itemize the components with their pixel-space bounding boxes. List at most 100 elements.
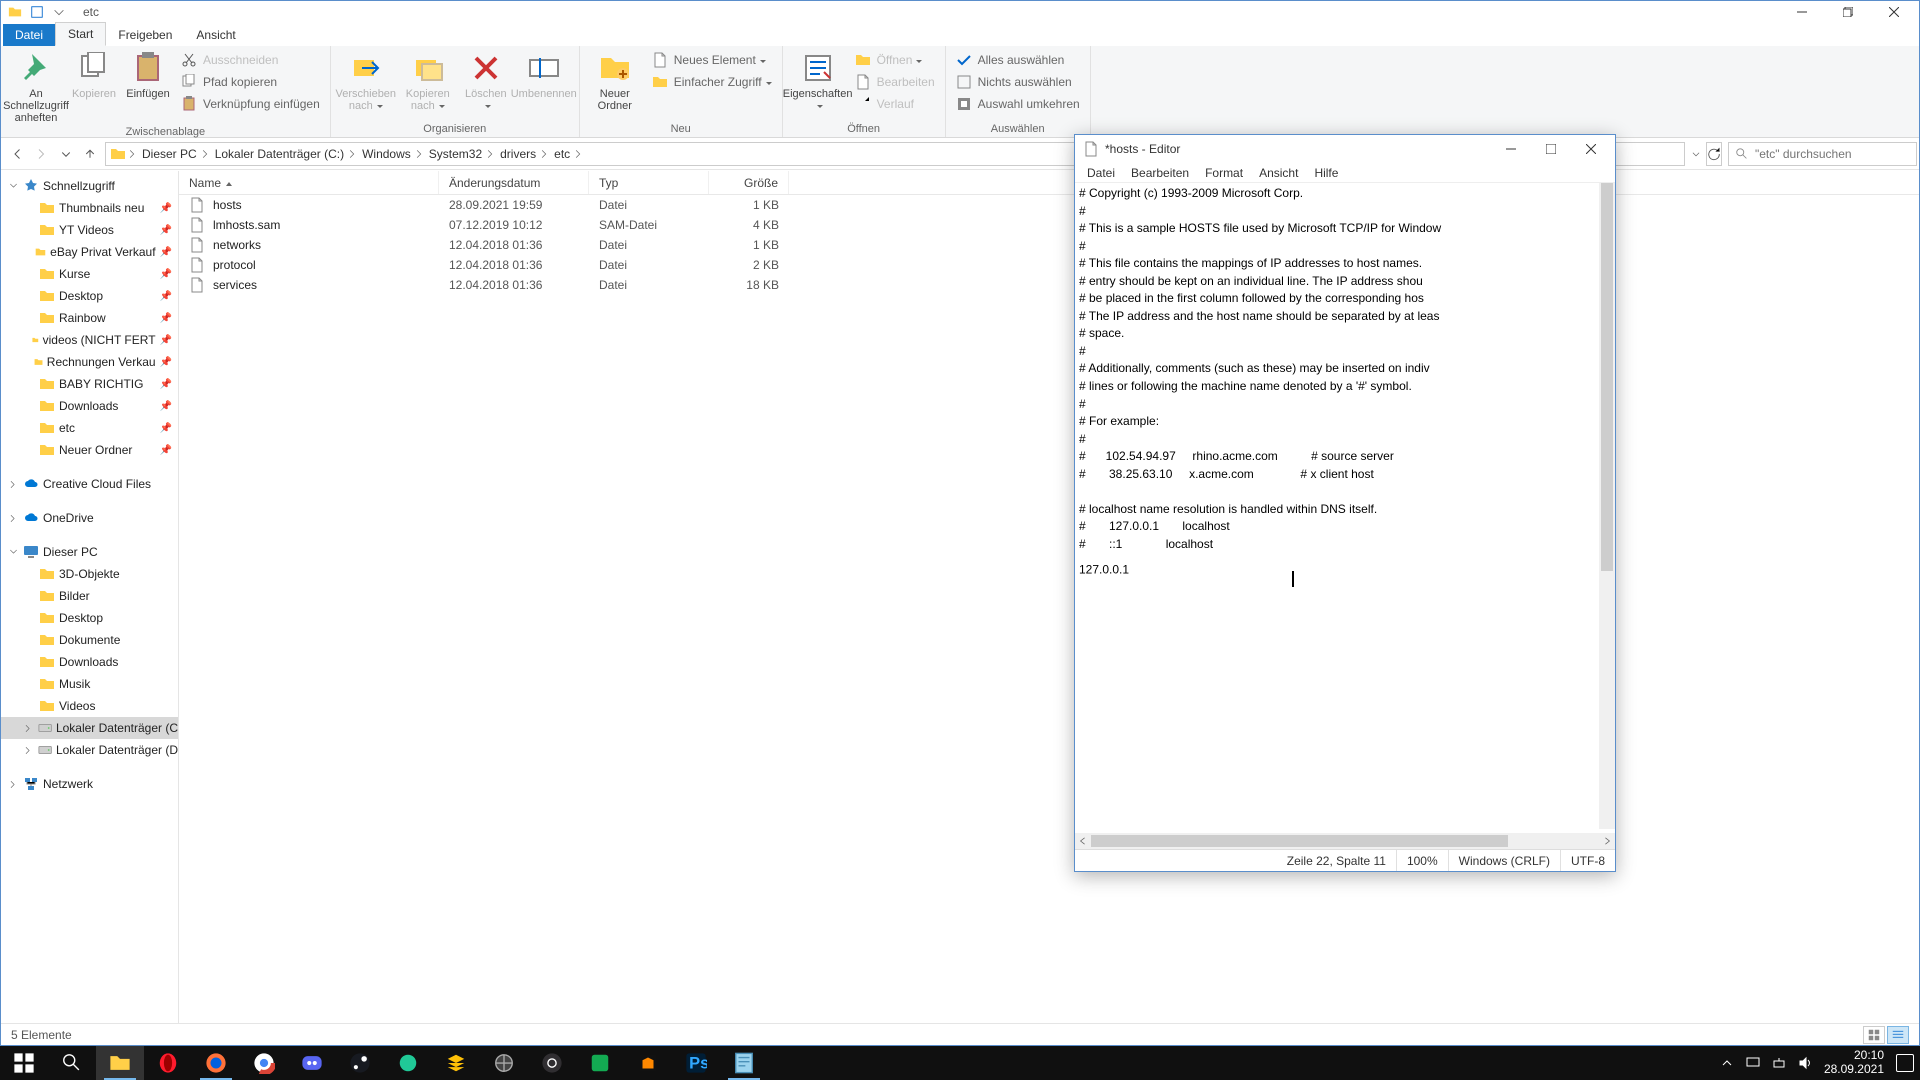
taskbar-obs[interactable] bbox=[528, 1046, 576, 1080]
tree-node[interactable]: 3D-Objekte bbox=[1, 563, 178, 585]
notepad-textarea[interactable]: # Copyright (c) 1993-2009 Microsoft Corp… bbox=[1075, 183, 1615, 833]
tree-node[interactable]: Thumbnails neu📌 bbox=[1, 197, 178, 219]
tree-node[interactable]: Dokumente bbox=[1, 629, 178, 651]
nav-refresh-button[interactable] bbox=[1706, 142, 1722, 166]
tree-node[interactable]: Rainbow📌 bbox=[1, 307, 178, 329]
tree-node[interactable]: Downloads bbox=[1, 651, 178, 673]
nav-forward-button[interactable] bbox=[33, 145, 51, 163]
tree-node[interactable]: Netzwerk bbox=[1, 773, 178, 795]
chevron-right-icon[interactable] bbox=[574, 149, 584, 159]
tree-node[interactable]: Videos bbox=[1, 695, 178, 717]
tree-node[interactable]: Bilder bbox=[1, 585, 178, 607]
file-row[interactable]: services12.04.2018 01:36Datei18 KB bbox=[179, 275, 1919, 295]
breadcrumb-segment[interactable]: Lokaler Datenträger (C:) bbox=[213, 147, 346, 161]
tree-node[interactable]: etc📌 bbox=[1, 417, 178, 439]
taskbar-app-globe[interactable] bbox=[480, 1046, 528, 1080]
tree-node[interactable]: Schnellzugriff bbox=[1, 175, 178, 197]
file-row[interactable]: networks12.04.2018 01:36Datei1 KB bbox=[179, 235, 1919, 255]
tree-twisty-icon[interactable] bbox=[23, 746, 34, 755]
select-all-button[interactable]: Alles auswählen bbox=[952, 50, 1084, 70]
tray-notifications-icon[interactable] bbox=[1896, 1054, 1914, 1072]
taskbar-app-green[interactable] bbox=[384, 1046, 432, 1080]
tab-file[interactable]: Datei bbox=[3, 24, 55, 46]
file-row[interactable]: hosts28.09.2021 19:59Datei1 KB bbox=[179, 195, 1919, 215]
breadcrumb-segment[interactable]: System32 bbox=[427, 147, 484, 161]
copy-button[interactable]: Kopieren bbox=[69, 48, 119, 100]
taskbar-app-teal[interactable] bbox=[576, 1046, 624, 1080]
new-folder-button[interactable]: Neuer Ordner bbox=[586, 48, 644, 112]
breadcrumb-segment[interactable]: Dieser PC bbox=[140, 147, 199, 161]
search-input[interactable] bbox=[1755, 147, 1910, 161]
easy-access-button[interactable]: Einfacher Zugriff bbox=[648, 72, 776, 92]
qat-dropdown-icon[interactable] bbox=[49, 2, 69, 22]
start-button[interactable] bbox=[0, 1046, 48, 1080]
explorer-minimize-button[interactable] bbox=[1779, 1, 1825, 23]
taskbar-app-stack[interactable] bbox=[432, 1046, 480, 1080]
delete-button[interactable]: Löschen bbox=[461, 48, 511, 112]
tree-node[interactable]: Lokaler Datenträger (D bbox=[1, 739, 178, 761]
cut-button[interactable]: Ausschneiden bbox=[177, 50, 324, 70]
scroll-right-icon[interactable] bbox=[1599, 833, 1615, 849]
breadcrumb-segment[interactable]: drivers bbox=[498, 147, 538, 161]
taskbar-explorer[interactable] bbox=[96, 1046, 144, 1080]
tree-twisty-icon[interactable] bbox=[7, 182, 19, 191]
chevron-right-icon[interactable] bbox=[540, 149, 550, 159]
tree-twisty-icon[interactable] bbox=[7, 548, 19, 557]
scrollbar-thumb[interactable] bbox=[1091, 835, 1508, 847]
new-item-button[interactable]: Neues Element bbox=[648, 50, 776, 70]
explorer-close-button[interactable] bbox=[1871, 1, 1917, 23]
nav-back-button[interactable] bbox=[9, 145, 27, 163]
tree-node[interactable]: eBay Privat Verkauf📌 bbox=[1, 241, 178, 263]
moveto-button[interactable]: Verschieben nach bbox=[337, 48, 395, 112]
open-button[interactable]: Öffnen bbox=[851, 50, 939, 70]
paste-shortcut-button[interactable]: Verknüpfung einfügen bbox=[177, 94, 324, 114]
column-date[interactable]: Änderungsdatum bbox=[439, 171, 589, 194]
chevron-right-icon[interactable] bbox=[415, 149, 425, 159]
breadcrumb-segment[interactable]: Windows bbox=[360, 147, 413, 161]
tree-node[interactable]: Musik bbox=[1, 673, 178, 695]
tray-network-icon[interactable] bbox=[1772, 1056, 1786, 1070]
notepad-menu-item[interactable]: Bearbeiten bbox=[1125, 164, 1195, 182]
taskbar-chrome[interactable] bbox=[240, 1046, 288, 1080]
column-name[interactable]: Name bbox=[179, 171, 439, 194]
notepad-close-button[interactable] bbox=[1571, 135, 1611, 163]
notepad-scrollbar-vertical[interactable] bbox=[1599, 183, 1615, 829]
taskbar-steam[interactable] bbox=[336, 1046, 384, 1080]
chevron-right-icon[interactable] bbox=[486, 149, 496, 159]
notepad-titlebar[interactable]: *hosts - Editor bbox=[1075, 135, 1615, 163]
taskbar-opera[interactable] bbox=[144, 1046, 192, 1080]
search-box[interactable] bbox=[1728, 142, 1917, 166]
tree-node[interactable]: Neuer Ordner📌 bbox=[1, 439, 178, 461]
tab-start[interactable]: Start bbox=[55, 22, 106, 46]
invert-selection-button[interactable]: Auswahl umkehren bbox=[952, 94, 1084, 114]
tray-overflow-icon[interactable] bbox=[1720, 1056, 1734, 1070]
nav-recent-dropdown[interactable] bbox=[57, 145, 75, 163]
tray-clock[interactable]: 20:10 28.09.2021 bbox=[1824, 1049, 1884, 1077]
view-details-button[interactable] bbox=[1887, 1026, 1909, 1044]
copyto-button[interactable]: Kopieren nach bbox=[399, 48, 457, 112]
nav-up-button[interactable] bbox=[81, 145, 99, 163]
tree-node[interactable]: Downloads📌 bbox=[1, 395, 178, 417]
tab-share[interactable]: Freigeben bbox=[106, 24, 184, 46]
chevron-right-icon[interactable] bbox=[348, 149, 358, 159]
notepad-menu-item[interactable]: Datei bbox=[1081, 164, 1121, 182]
tree-node[interactable]: Desktop📌 bbox=[1, 285, 178, 307]
view-thumbnails-button[interactable] bbox=[1863, 1026, 1885, 1044]
tray-volume-icon[interactable] bbox=[1798, 1056, 1812, 1070]
tree-node[interactable]: Creative Cloud Files bbox=[1, 473, 178, 495]
scrollbar-thumb[interactable] bbox=[1601, 183, 1613, 571]
notepad-minimize-button[interactable] bbox=[1491, 135, 1531, 163]
tree-node[interactable]: videos (NICHT FERT📌 bbox=[1, 329, 178, 351]
column-size[interactable]: Größe bbox=[709, 171, 789, 194]
pin-quickaccess-button[interactable]: An Schnellzugriff anheften bbox=[7, 48, 65, 124]
tree-node[interactable]: BABY RICHTIG📌 bbox=[1, 373, 178, 395]
breadcrumb-segment[interactable]: etc bbox=[552, 147, 572, 161]
chevron-right-icon[interactable] bbox=[201, 149, 211, 159]
tree-node[interactable]: Kurse📌 bbox=[1, 263, 178, 285]
notepad-menu-item[interactable]: Ansicht bbox=[1253, 164, 1304, 182]
select-none-button[interactable]: Nichts auswählen bbox=[952, 72, 1084, 92]
address-history-dropdown[interactable] bbox=[1691, 149, 1701, 159]
taskbar-notepad[interactable] bbox=[720, 1046, 768, 1080]
taskbar-app-orange[interactable] bbox=[624, 1046, 672, 1080]
file-row[interactable]: lmhosts.sam07.12.2019 10:12SAM-Datei4 KB bbox=[179, 215, 1919, 235]
